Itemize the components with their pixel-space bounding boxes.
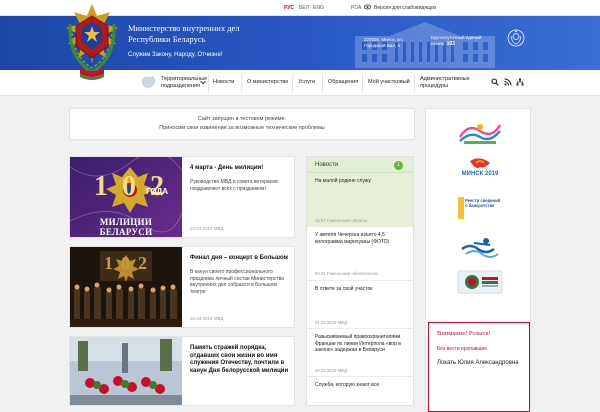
nav-divider xyxy=(362,74,363,92)
nav-about[interactable]: О министерстве xyxy=(247,79,288,86)
notice-line1: Сайт запущен в тестовом режиме. xyxy=(197,116,287,122)
nav-admin-procedures[interactable]: Административные процедуры xyxy=(420,76,470,90)
news-card-date: 04.03.2019 xyxy=(190,226,213,231)
police-belarus-caption: МИЛИЦИИ БЕЛАРУСИ xyxy=(99,217,153,237)
news-feed-item[interactable]: В ответе за свой участок 01.03.2019 МВД xyxy=(307,281,413,329)
nav-my-officer[interactable]: Мой участковый xyxy=(368,79,410,86)
republican-emblem-logo[interactable] xyxy=(456,269,504,295)
belarus-map-icon xyxy=(141,76,156,88)
coat-of-arms-icon xyxy=(507,29,525,47)
news-feed-item[interactable]: У жителя Чечерска изъято 4,5 килограмма … xyxy=(307,227,413,281)
news-card-text: В канун своего профессионального праздни… xyxy=(190,269,285,295)
partner-sidebar: МИНСК 2019 Реестр сведений о банкротстве… xyxy=(425,108,531,412)
nav-divider xyxy=(322,74,323,92)
news-card-category: МВД xyxy=(213,316,224,321)
nav-news[interactable]: Новости xyxy=(213,79,234,86)
nav-appeals[interactable]: Обращения xyxy=(328,79,358,86)
news-card-image[interactable]: 102 ГОДА МИЛИЦИИ БЕЛАРУСИ xyxy=(70,157,182,237)
news-feed-item-date: 08:31 xyxy=(315,271,326,276)
test-mode-notice: Сайт запущен в тестовом режиме. Приносим… xyxy=(69,108,415,140)
news-card-image[interactable] xyxy=(70,337,182,405)
ministry-title-line2: Республики Беларусь xyxy=(128,34,206,44)
news-feed-item-date: 28.02.2019 xyxy=(315,368,337,373)
nav-divider xyxy=(208,74,209,92)
news-feed-item-source: МВД xyxy=(337,320,347,325)
news-card[interactable]: 102 Финал дня – концерт в Большом В кану… xyxy=(69,246,295,328)
lang-ru-link[interactable]: РУС xyxy=(284,5,294,11)
anniversary-years: ГОДА xyxy=(146,187,169,196)
nav-admin-procedures-line2: процедуры xyxy=(420,83,449,89)
news-feed-item-meta: 10:57 Гомельская область xyxy=(315,218,367,223)
news-card-title[interactable]: Память стражей порядка, отдавших свои жи… xyxy=(190,345,290,375)
ministry-emblem-logo[interactable] xyxy=(64,4,120,100)
address-line2: Городской Вал, 4 xyxy=(364,43,400,48)
search-icon[interactable] xyxy=(491,78,499,86)
news-card-date: 04.03.2019 xyxy=(190,316,213,321)
lang-en-link[interactable]: ENG xyxy=(313,5,324,11)
notice-line2: Приносим свои извинения за возможные тех… xyxy=(159,125,325,131)
minsk-2019-label: МИНСК 2019 xyxy=(461,171,499,177)
hotline-line2: номер: xyxy=(431,41,446,46)
chevron-down-icon xyxy=(200,80,206,85)
pda-link[interactable]: PDA xyxy=(351,5,361,11)
news-feed-item-title[interactable]: На малой родине служу xyxy=(315,178,409,185)
motto: Служим Закону, Народу, Отчизне! xyxy=(128,52,223,58)
minsk-2019-logo[interactable] xyxy=(456,157,504,183)
news-card[interactable]: Память стражей порядка, отдавших свои жи… xyxy=(69,336,295,406)
news-feed-item[interactable]: Служба, которую знают все xyxy=(307,377,413,405)
news-feed-item-meta: 01.03.2019 МВД xyxy=(315,320,347,325)
hotline-number: 102 xyxy=(446,41,455,47)
sitemap-icon[interactable] xyxy=(516,78,524,86)
missing-person-name[interactable]: Локать Юлия Александровна xyxy=(437,360,519,366)
news-feed-item-title[interactable]: У жителя Чечерска изъято 4,5 килограмма … xyxy=(315,232,409,245)
lang-by-link[interactable]: БЕЛ xyxy=(299,5,309,11)
news-feed-item[interactable]: Разыскиваемый правоохранителями Франции … xyxy=(307,329,413,377)
news-feed-item[interactable]: На малой родине служу 10:57 Гомельская о… xyxy=(307,173,413,227)
news-feed-item-source: МВД xyxy=(337,368,347,373)
news-card-meta: 04.03.2019 МВД xyxy=(190,226,224,231)
news-card-title[interactable]: 4 марта - День милиции! xyxy=(190,165,290,173)
news-feed-item-meta: 28.02.2019 МВД xyxy=(315,368,347,373)
news-feed-item-title[interactable]: Служба, которую знают все xyxy=(315,382,409,389)
main-content: Сайт запущен в тестовом режиме. Приносим… xyxy=(0,96,600,412)
memorial-flowers-image xyxy=(70,337,182,405)
rss-icon[interactable] xyxy=(504,78,512,86)
ministry-title-line1: Министерство внутренних дел xyxy=(128,23,240,33)
bankruptcy-registry-label: Реестр сведений о банкротстве xyxy=(465,198,501,208)
news-feed-title[interactable]: Новости xyxy=(315,162,338,168)
news-card-meta: 04.03.2019 МВД xyxy=(190,316,224,321)
eye-icon xyxy=(364,4,371,10)
news-feed-item-source: Гомельская область xyxy=(326,218,368,223)
news-card-image[interactable]: 102 xyxy=(70,247,182,327)
news-feed-item-date: 10:57 xyxy=(315,218,326,223)
news-card[interactable]: 102 ГОДА МИЛИЦИИ БЕЛАРУСИ 4 марта - День… xyxy=(69,156,295,238)
news-feed-item-title[interactable]: В ответе за свой участок xyxy=(315,286,409,293)
news-card-category: МВД xyxy=(213,226,224,231)
nav-admin-procedures-line1: Административные xyxy=(420,76,470,82)
nav-divider xyxy=(241,74,242,92)
missing-persons-link[interactable]: Без вести пропавшие xyxy=(437,346,487,352)
news-feed-item-date: 01.03.2019 xyxy=(315,320,337,325)
news-feed-header: Новости 1 xyxy=(307,157,413,173)
address: 220030, Минск, ул. Городской Вал, 4 xyxy=(364,37,419,49)
news-feed-item-source: Гомельский облисполком xyxy=(326,271,378,276)
news-card-title[interactable]: Финал дня – концерт в Большом xyxy=(190,255,290,263)
nav-divider xyxy=(414,74,415,92)
wanted-title[interactable]: Внимание! Розыск! xyxy=(437,330,491,337)
news-count-badge: 1 xyxy=(394,161,403,170)
swimming-federation-logo[interactable] xyxy=(456,233,504,259)
accessibility-link[interactable]: Версия для слабовидящих xyxy=(374,5,437,11)
wanted-panel: Внимание! Розыск! Без вести пропавшие Ло… xyxy=(428,322,530,412)
news-feed-item-title[interactable]: Разыскиваемый правоохранителями Франции … xyxy=(315,334,409,354)
nav-divider xyxy=(292,74,293,92)
stage-anniversary-number: 102 xyxy=(104,253,155,273)
festival-logo[interactable] xyxy=(456,119,504,145)
news-feed: Новости 1 На малой родине служу 10:57 Го… xyxy=(306,156,414,406)
ministry-title[interactable]: Министерство внутренних дел Республики Б… xyxy=(128,23,268,45)
hotline: Круглосуточный единый номер: 102 xyxy=(431,35,487,47)
news-card-text: Руководство МВД и совета ветеранов поздр… xyxy=(190,179,278,192)
nav-services[interactable]: Услуги xyxy=(298,79,315,86)
news-feed-item-meta: 08:31 Гомельский облисполком xyxy=(315,271,377,276)
